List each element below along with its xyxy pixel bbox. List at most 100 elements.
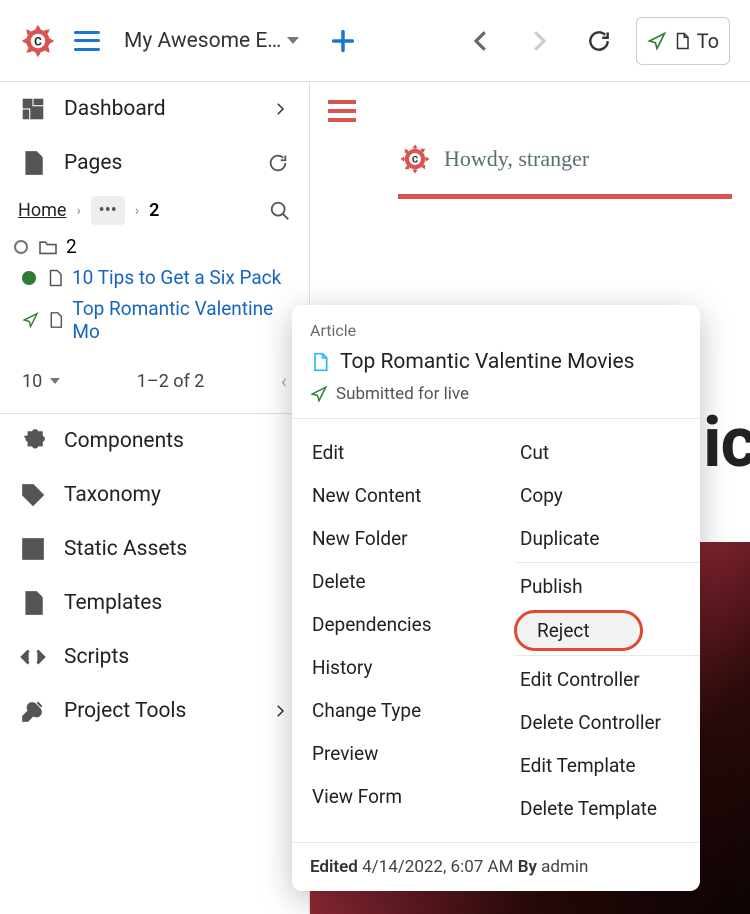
tree-item[interactable]: 10 Tips to Get a Six Pack <box>0 262 309 293</box>
paper-plane-icon <box>647 31 667 51</box>
tree-item-link[interactable]: 10 Tips to Get a Six Pack <box>72 266 281 289</box>
paper-plane-icon <box>22 311 39 329</box>
sidebar-label: Taxonomy <box>64 483 161 507</box>
sidebar-item-dashboard[interactable]: Dashboard <box>0 82 309 136</box>
ctx-delete-template[interactable]: Delete Template <box>496 787 700 830</box>
greeting-text: Howdy, stranger <box>444 146 589 172</box>
chevron-right-icon: › <box>135 203 139 219</box>
pager-prev[interactable]: ‹ <box>281 369 287 393</box>
tree-root-label: 2 <box>66 235 77 258</box>
sidebar-item-static-assets[interactable]: Static Assets <box>0 522 309 576</box>
ctx-duplicate[interactable]: Duplicate <box>496 517 700 560</box>
footer-date: 4/14/2022, 6:07 AM <box>362 857 513 877</box>
chevron-right-icon <box>271 100 289 118</box>
folder-icon <box>38 239 58 255</box>
breadcrumb: Home › ••• › 2 <box>0 190 309 231</box>
svg-text:C: C <box>34 34 42 48</box>
ctx-copy[interactable]: Copy <box>496 474 700 517</box>
file-icon <box>20 590 46 616</box>
sidebar-label: Static Assets <box>64 537 187 561</box>
ctx-change-type[interactable]: Change Type <box>292 689 496 732</box>
ctx-cut[interactable]: Cut <box>496 431 700 474</box>
sidebar-item-components[interactable]: Components <box>0 414 309 468</box>
search-icon[interactable] <box>269 200 291 222</box>
sidebar-label: Templates <box>64 591 162 615</box>
breadcrumb-home[interactable]: Home <box>18 200 66 221</box>
ctx-delete-controller[interactable]: Delete Controller <box>496 701 700 744</box>
paper-plane-icon <box>310 385 328 403</box>
status-indicator <box>22 271 36 285</box>
ctx-delete[interactable]: Delete <box>292 560 496 603</box>
breadcrumb-current: 2 <box>149 200 159 221</box>
preview-heading: ic <box>703 402 750 484</box>
ctx-preview[interactable]: Preview <box>292 732 496 775</box>
address-label: To <box>697 29 719 53</box>
context-menu-type: Article <box>310 321 682 340</box>
sidebar: Dashboard Pages Home › ••• › 2 2 10 Tips… <box>0 82 310 914</box>
sidebar-item-scripts[interactable]: Scripts <box>0 630 309 684</box>
ctx-reject[interactable]: Reject <box>514 610 643 651</box>
tree-root[interactable]: 2 <box>0 231 309 262</box>
code-icon <box>20 644 46 670</box>
preview-menu-icon[interactable] <box>328 100 356 122</box>
context-menu: Article Top Romantic Valentine Movies Su… <box>292 305 700 891</box>
refresh-icon[interactable] <box>267 152 289 174</box>
divider <box>514 655 700 656</box>
sidebar-label: Dashboard <box>64 97 166 121</box>
sidebar-label: Project Tools <box>64 699 186 723</box>
ctx-view-form[interactable]: View Form <box>292 775 496 818</box>
pages-icon <box>20 150 46 176</box>
page-size-value: 10 <box>22 371 42 392</box>
page-range: 1–2 of 2 <box>84 371 257 392</box>
ctx-new-content[interactable]: New Content <box>292 474 496 517</box>
tools-icon <box>20 698 46 724</box>
footer-label: By <box>518 857 537 877</box>
project-selector[interactable]: My Awesome E… <box>124 29 299 53</box>
menu-toggle-icon[interactable] <box>74 31 100 51</box>
page-size-selector[interactable]: 10 <box>22 371 60 392</box>
tree-item[interactable]: Top Romantic Valentine Mo <box>0 293 309 347</box>
footer-user: admin <box>541 857 588 877</box>
refresh-button[interactable] <box>586 28 612 54</box>
sidebar-label: Components <box>64 429 184 453</box>
ctx-edit-template[interactable]: Edit Template <box>496 744 700 787</box>
page-icon <box>673 30 691 52</box>
tag-icon <box>20 482 46 508</box>
logo-icon: C <box>398 142 432 176</box>
sidebar-item-templates[interactable]: Templates <box>0 576 309 630</box>
back-button[interactable] <box>466 26 496 56</box>
ctx-edit-controller[interactable]: Edit Controller <box>496 658 700 701</box>
tree-item-link[interactable]: Top Romantic Valentine Mo <box>72 297 295 343</box>
context-menu-status: Submitted for live <box>336 384 469 404</box>
sidebar-label: Scripts <box>64 645 129 669</box>
sidebar-item-pages[interactable]: Pages <box>0 136 309 190</box>
page-icon <box>47 311 64 329</box>
context-menu-footer: Edited 4/14/2022, 6:07 AM By admin <box>292 842 700 891</box>
page-icon <box>46 269 64 287</box>
top-bar: C My Awesome E… To <box>0 0 750 82</box>
address-bar[interactable]: To <box>636 17 730 65</box>
sidebar-item-taxonomy[interactable]: Taxonomy <box>0 468 309 522</box>
status-indicator <box>14 240 28 254</box>
sidebar-label: Pages <box>64 151 122 175</box>
breadcrumb-ellipsis[interactable]: ••• <box>91 196 125 225</box>
context-menu-title: Top Romantic Valentine Movies <box>340 350 635 374</box>
caret-down-icon <box>50 378 60 384</box>
ctx-edit[interactable]: Edit <box>292 431 496 474</box>
add-button[interactable] <box>329 27 357 55</box>
divider <box>398 194 732 199</box>
pager: 10 1–2 of 2 ‹ <box>0 347 309 414</box>
ctx-new-folder[interactable]: New Folder <box>292 517 496 560</box>
ctx-history[interactable]: History <box>292 646 496 689</box>
ctx-publish[interactable]: Publish <box>496 565 700 608</box>
page-icon <box>310 350 330 374</box>
sidebar-item-project-tools[interactable]: Project Tools <box>0 684 309 738</box>
ctx-dependencies[interactable]: Dependencies <box>292 603 496 646</box>
forward-button[interactable] <box>524 26 554 56</box>
puzzle-icon <box>20 428 46 454</box>
svg-text:C: C <box>412 154 418 165</box>
logo-icon: C <box>20 23 56 59</box>
chevron-right-icon: › <box>76 203 80 219</box>
footer-label: Edited <box>310 857 358 877</box>
divider <box>514 562 700 563</box>
